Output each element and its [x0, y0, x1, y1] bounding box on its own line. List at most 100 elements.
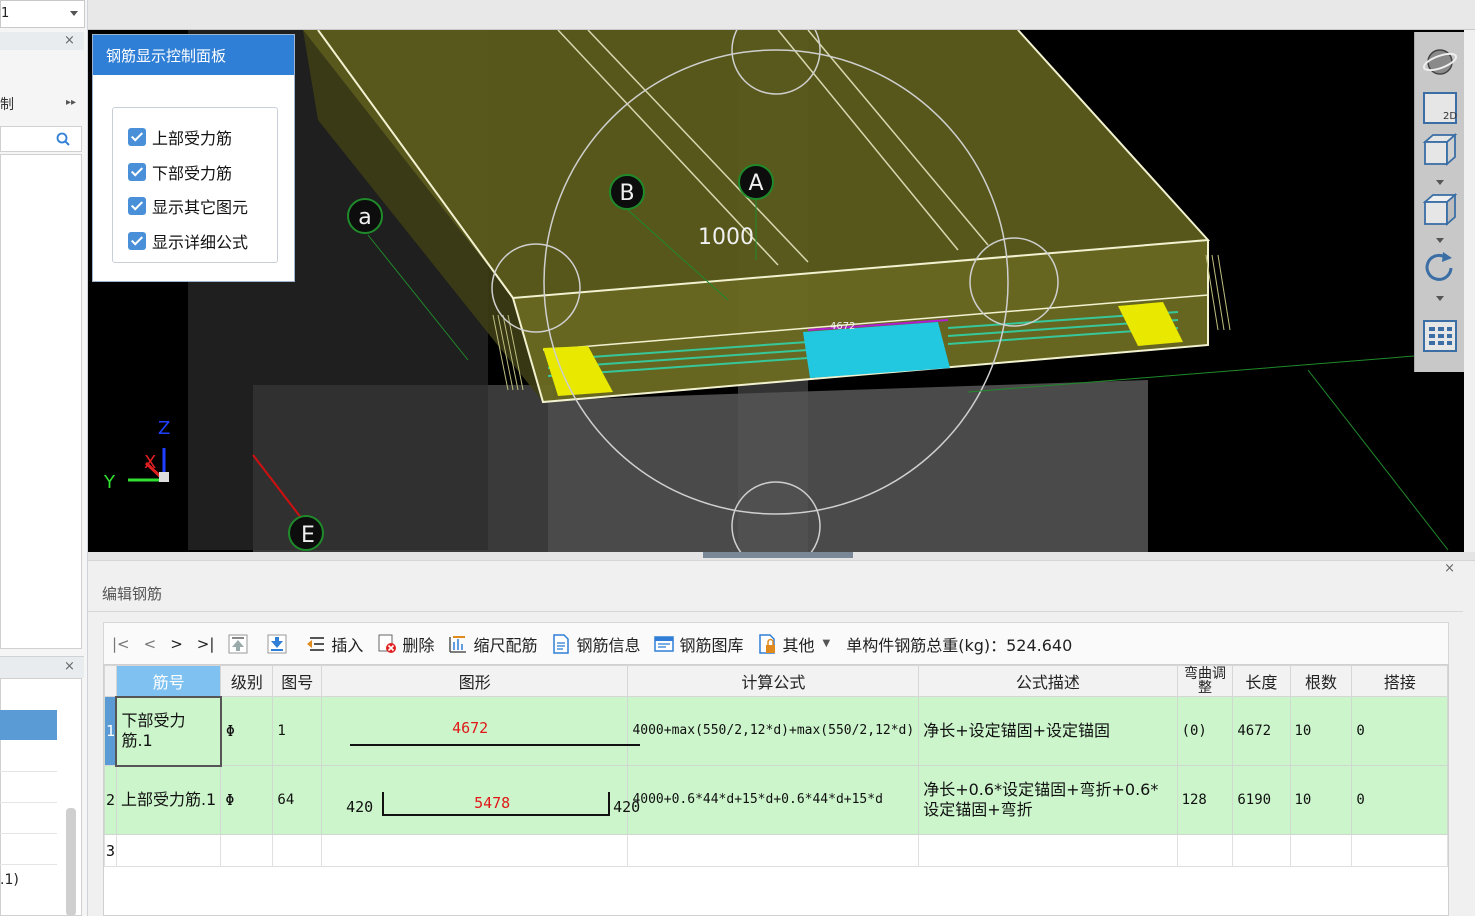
close-icon[interactable]: ×	[1444, 561, 1455, 576]
rebar-info-button[interactable]: 钢筋信息	[551, 632, 640, 656]
figure-number-cell[interactable]: 64	[272, 765, 323, 835]
row-number[interactable]: 1	[104, 696, 117, 766]
formula-cell[interactable]: 4000+max(550/2,12*d)+max(550/2,12*d)	[627, 696, 920, 766]
other-dropdown[interactable]: 其他 ▼	[757, 632, 830, 656]
row-number[interactable]: 3	[104, 834, 117, 867]
rebar-library-button[interactable]: 钢筋图库	[654, 632, 743, 656]
viewport-header	[88, 0, 1475, 30]
grade-cell[interactable]	[220, 834, 274, 867]
list-item[interactable]	[0, 772, 57, 803]
option-show-other-elements[interactable]: 显示其它图元	[128, 189, 277, 224]
column-header[interactable]: 图形	[321, 665, 629, 697]
checkbox-checked-icon[interactable]	[128, 231, 146, 250]
orbit-icon[interactable]	[1421, 44, 1459, 80]
rebar-name-cell[interactable]: 上部受力筋.1	[115, 765, 222, 835]
column-header[interactable]: 筋号	[115, 665, 222, 697]
move-up-button[interactable]	[228, 634, 253, 654]
scrollbar[interactable]	[66, 808, 76, 916]
shape-cell[interactable]	[321, 834, 629, 867]
rebar-name-cell[interactable]	[115, 834, 222, 867]
prev-record-button[interactable]: <	[144, 635, 157, 653]
box-view-icon[interactable]	[1421, 132, 1459, 168]
column-header[interactable]: 搭接	[1351, 665, 1448, 697]
close-icon[interactable]: ×	[64, 33, 75, 48]
length-cell[interactable]	[1232, 834, 1291, 867]
scale-rebar-button[interactable]: 缩尺配筋	[448, 632, 537, 656]
length-cell[interactable]: 4672	[1232, 696, 1291, 766]
column-header-corner	[104, 665, 117, 697]
formula-cell[interactable]: 4000+0.6*44*d+15*d+0.6*44*d+15*d	[627, 765, 920, 835]
lap-cell[interactable]: 0	[1351, 765, 1448, 835]
column-header[interactable]: 级别	[220, 665, 274, 697]
checkbox-checked-icon[interactable]	[128, 128, 146, 147]
table-row[interactable]: 1 下部受力筋.1 Φ 1 4672 4000+max(550/2,12*d)+…	[104, 695, 1448, 767]
svg-text:X: X	[144, 452, 156, 473]
move-up-icon	[228, 634, 248, 653]
grid-view-icon[interactable]	[1421, 318, 1459, 354]
list-item[interactable]	[0, 803, 57, 834]
column-header[interactable]: 计算公式	[627, 665, 920, 697]
table-row[interactable]: 2 上部受力筋.1 Φ 64 420 5478 420 4000+0.6*44*…	[104, 765, 1448, 835]
row-number[interactable]: 2	[104, 765, 117, 835]
formula-description-cell[interactable]: 净长+0.6*设定锚固+弯折+0.6*设定锚固+弯折	[918, 765, 1178, 835]
list-item[interactable]	[0, 741, 57, 772]
delete-button[interactable]: 删除	[377, 632, 434, 656]
checkbox-checked-icon[interactable]	[128, 197, 146, 216]
formula-cell[interactable]	[627, 834, 920, 867]
expand-icon[interactable]: ▸▸	[66, 97, 76, 108]
splitter-grip[interactable]	[703, 552, 853, 558]
chevron-down-icon[interactable]	[1436, 296, 1444, 301]
search-input[interactable]	[0, 126, 82, 152]
shape-cell[interactable]: 4672	[321, 696, 641, 766]
figure-number-cell[interactable]: 1	[272, 696, 323, 766]
panel-splitter[interactable]	[88, 552, 1475, 560]
length-cell[interactable]: 6190	[1232, 765, 1291, 835]
search-icon[interactable]	[56, 132, 70, 146]
list-item-selected[interactable]	[0, 710, 57, 740]
grade-cell[interactable]: Φ	[220, 696, 274, 766]
option-top-rebar[interactable]: 上部受力筋	[128, 120, 277, 155]
rotate-icon[interactable]	[1421, 250, 1459, 286]
formula-description-cell[interactable]	[918, 834, 1178, 867]
rebar-name-cell[interactable]: 下部受力筋.1	[115, 695, 222, 767]
bend-adjust-cell[interactable]	[1176, 834, 1234, 867]
column-header[interactable]: 根数	[1289, 665, 1353, 697]
close-icon-2[interactable]: ×	[64, 659, 75, 674]
tree-list[interactable]	[0, 154, 82, 649]
column-header[interactable]: 弯曲调整	[1176, 665, 1234, 697]
lock-document-icon	[759, 633, 776, 654]
table-row-empty[interactable]: 3	[104, 834, 1448, 867]
figure-number-cell[interactable]	[272, 834, 323, 867]
panel-title: 编辑钢筋	[102, 585, 163, 603]
count-cell[interactable]: 10	[1289, 696, 1353, 766]
2d-view-icon[interactable]: 2D	[1421, 90, 1459, 126]
count-cell[interactable]: 10	[1289, 765, 1353, 835]
list-item[interactable]	[0, 834, 57, 865]
column-header[interactable]: 公式描述	[918, 665, 1178, 697]
shape-cell[interactable]: 420 5478 420	[321, 765, 640, 835]
lap-cell[interactable]: 0	[1351, 696, 1448, 766]
formula-description-cell[interactable]: 净长+设定锚固+设定锚固	[918, 696, 1178, 766]
box-solid-icon[interactable]	[1421, 192, 1459, 228]
chevron-down-icon[interactable]	[1436, 238, 1444, 243]
chevron-down-icon[interactable]	[1436, 180, 1444, 185]
column-header[interactable]: 长度	[1232, 665, 1291, 697]
insert-button[interactable]: 插入	[306, 632, 363, 656]
column-header[interactable]: 图号	[272, 665, 323, 697]
last-record-button[interactable]: >|	[197, 635, 215, 653]
bend-adjust-cell[interactable]: 128	[1176, 765, 1234, 835]
document-icon	[553, 633, 570, 654]
option-bottom-rebar[interactable]: 下部受力筋	[128, 155, 277, 190]
move-down-button[interactable]	[267, 634, 292, 654]
count-cell[interactable]	[1289, 834, 1353, 867]
rebar-line	[382, 792, 611, 816]
option-show-detailed-formula[interactable]: 显示详细公式	[128, 224, 277, 259]
lap-cell[interactable]	[1351, 834, 1448, 867]
floor-combobox[interactable]: 1	[0, 0, 85, 28]
checkbox-checked-icon[interactable]	[128, 162, 146, 181]
first-record-button[interactable]: |<	[112, 635, 130, 653]
bend-adjust-cell[interactable]: (0)	[1176, 696, 1234, 766]
svg-text:2D: 2D	[1443, 111, 1457, 122]
next-record-button[interactable]: >	[170, 635, 183, 653]
grade-cell[interactable]: Φ	[220, 765, 274, 835]
